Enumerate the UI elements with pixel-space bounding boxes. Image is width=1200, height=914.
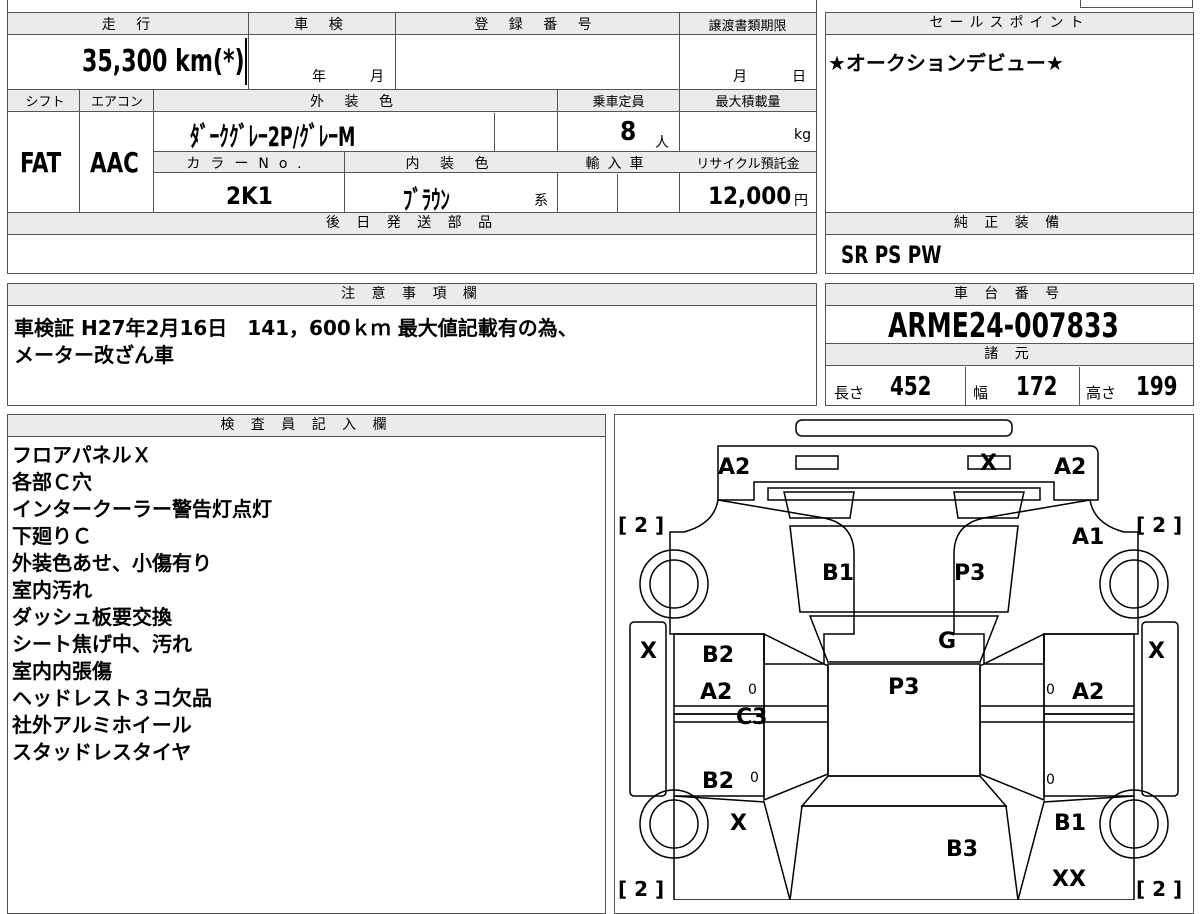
recycle-label: リサイクル預託金	[696, 157, 800, 172]
mileage-label: 走 行	[101, 17, 159, 33]
mark-door-right-mid: A2	[1072, 680, 1104, 705]
mark-door-left-mid: A2	[700, 680, 732, 705]
mark-rear-center: X	[980, 451, 997, 476]
notes-header: 注 意 事 項 欄	[8, 284, 816, 306]
color-no-label: カラーNo.	[186, 156, 312, 172]
recycle-value: 12,000	[708, 182, 792, 210]
max-load-unit: kg	[794, 127, 811, 143]
aircon-label: エアコン	[90, 95, 143, 110]
inspection-year-unit: 年	[312, 69, 326, 85]
zero-front-left: 0	[750, 770, 759, 786]
mark-rear-left: A2	[718, 455, 750, 480]
height-value: 199	[1136, 372, 1178, 402]
inspector-line: ヘッドレスト３コ欠品	[12, 686, 212, 710]
inspector-line: インタークーラー警告灯点灯	[12, 497, 272, 521]
inspection-month-unit: 月	[370, 69, 384, 85]
transfer-deadline-label: 譲渡書類期限	[708, 19, 787, 34]
mark-door-rear-left: B2	[702, 643, 734, 668]
color-no-value: 2K1	[226, 182, 273, 210]
inspector-line: 室内内張傷	[12, 659, 112, 683]
mark-glass: G	[938, 629, 956, 654]
top-edge-strip-right	[1080, 0, 1193, 8]
mark-roof: P3	[888, 675, 919, 700]
mark-front-bumper-right: XX	[1052, 867, 1086, 892]
inspector-line: 外装色あせ、小傷有り	[12, 551, 212, 575]
inspection-label: 車 検	[294, 17, 351, 33]
inspector-header: 検 査 員 記 入 欄	[8, 415, 605, 437]
mark-rear-right: A2	[1054, 455, 1086, 480]
height-label: 高さ	[1086, 384, 1117, 402]
interior-color-suffix: 系	[534, 193, 548, 209]
max-load-label: 最大積載量	[715, 95, 781, 110]
inspector-line: フロアパネルＸ	[12, 443, 152, 467]
mark-roof-rear-right: P3	[954, 561, 985, 586]
width-value: 172	[1016, 372, 1058, 402]
mark-front-right: B1	[1054, 811, 1086, 836]
inspector-line: シート焦げ中、汚れ	[12, 632, 192, 656]
chassis-header: 車 台 番 号	[826, 284, 1193, 306]
zero-front-right: 0	[1046, 772, 1055, 788]
top-edge-strip	[7, 0, 817, 12]
later-parts-header: 後 日 発 送 部 品	[8, 213, 816, 235]
interior-color-label: 内 装 色	[405, 156, 497, 172]
tire-front-right: [ 2 ]	[1136, 877, 1182, 900]
tire-rear-left: [ 2 ]	[618, 513, 664, 537]
mark-side-left: X	[640, 639, 657, 664]
inspector-lines: フロアパネルＸ 各部Ｃ穴 インタークーラー警告灯点灯 下廻りＣ 外装色あせ、小傷…	[12, 442, 272, 766]
exterior-color-label: 外 装 色	[310, 94, 401, 110]
genuine-equipment-header: 純 正 装 備	[826, 213, 1193, 235]
capacity-unit: 人	[655, 135, 669, 151]
length-label: 長さ	[834, 384, 865, 402]
inspector-line: スタッドレスタイヤ	[12, 740, 192, 764]
sales-point-header: セールスポイント	[826, 13, 1193, 35]
transfer-month-unit: 月	[733, 69, 747, 85]
tire-front-left: [ 2 ]	[618, 877, 664, 900]
mark-side-right: X	[1148, 639, 1165, 664]
inspector-line: 各部Ｃ穴	[12, 470, 92, 494]
capacity-label: 乗車定員	[592, 95, 645, 110]
shift-value: FAT	[20, 146, 62, 179]
inspector-line: 社外アルミホイール	[12, 713, 192, 737]
car-diagram: A2 X A2 A1 B1 P3 X X B2 G P3 A2 A2 C3 B2…	[618, 419, 1182, 900]
shift-label: シフト	[25, 95, 65, 110]
chassis-number: ARME24-007833	[888, 306, 1119, 346]
aircon-value: AAC	[90, 146, 139, 179]
notes-line-1: 車検証 H27年2月16日 141，600ｋｍ 最大値記載有の為、	[14, 316, 578, 340]
mark-sill-left: C3	[736, 705, 767, 730]
mark-bonnet: B3	[946, 837, 978, 862]
inspector-line: 室内汚れ	[12, 578, 92, 602]
tire-rear-right: [ 2 ]	[1136, 513, 1182, 537]
mileage-value: 35,300 km(*)	[82, 44, 245, 79]
mark-front-left: X	[730, 811, 747, 836]
spec-header: 諸 元	[826, 344, 1193, 366]
transfer-day-unit: 日	[792, 69, 806, 85]
genuine-equipment-text: SR PS PW	[841, 241, 942, 269]
notes-line-2: メーター改ざん車	[14, 343, 174, 367]
recycle-unit: 円	[794, 193, 808, 209]
mark-roof-rear-left: B1	[822, 561, 854, 586]
inspector-line: ダッシュ板要交換	[12, 605, 172, 629]
zero-right-mid: 0	[1046, 682, 1055, 698]
capacity-value: 8	[620, 117, 637, 147]
length-value: 452	[890, 372, 932, 402]
exterior-color-value: ﾀﾞｰｸｸﾞﾚｰ2P/ｸﾞﾚｰM	[190, 122, 356, 153]
zero-left-mid: 0	[748, 682, 757, 698]
mark-quarter-right: A1	[1072, 525, 1104, 550]
width-label: 幅	[973, 384, 989, 402]
sales-point-text: ★オークションデビュー★	[828, 51, 1064, 75]
registration-label: 登 録 番 号	[474, 17, 600, 33]
inspector-line: 下廻りＣ	[12, 524, 92, 548]
mark-door-front-left: B2	[702, 769, 734, 794]
import-label: 輸入車	[585, 156, 652, 172]
